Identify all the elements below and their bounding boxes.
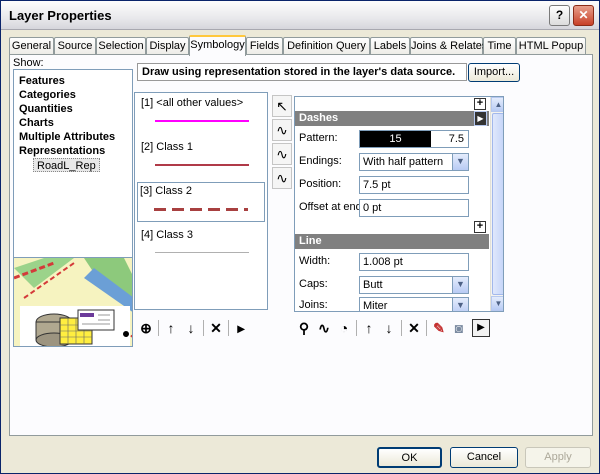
move-up-icon[interactable]: ↑: [359, 318, 379, 338]
tab-selection[interactable]: Selection: [96, 37, 146, 55]
class-label: [2] Class 1: [141, 141, 193, 153]
line-effect-icon[interactable]: ∿: [272, 167, 292, 189]
tab-labels[interactable]: Labels: [370, 37, 410, 55]
scroll-up-icon[interactable]: ▲: [491, 97, 503, 112]
chevron-down-icon: ▼: [452, 277, 468, 293]
class-label: [3] Class 2: [140, 185, 192, 197]
line-effect-icon[interactable]: ∿: [272, 143, 292, 165]
line-section-header: Line: [295, 234, 489, 249]
add-fill-icon[interactable]: ◔: [334, 318, 354, 338]
layer-properties-dialog: Layer Properties ? ✕ General Source Sele…: [0, 0, 600, 474]
line-swatch: [155, 120, 249, 122]
import-button[interactable]: Import...: [468, 63, 520, 82]
caps-value: Butt: [363, 279, 383, 291]
remove-effect-icon[interactable]: ✕: [404, 318, 424, 338]
description-text: Draw using representation stored in the …: [137, 63, 467, 81]
tab-time[interactable]: Time: [483, 37, 516, 55]
class-list-toolbar: ⊕ ↑ ↓ ✕ ▸: [136, 318, 251, 338]
tab-source[interactable]: Source: [54, 37, 96, 55]
line-effect-icon[interactable]: ∿: [272, 119, 292, 141]
add-effect-icon[interactable]: ⚲: [294, 318, 314, 338]
pattern-dash-value: 15: [360, 131, 431, 147]
caps-select[interactable]: Butt ▼: [359, 276, 469, 294]
line-swatch: [155, 252, 249, 253]
class-label: [4] Class 3: [141, 229, 193, 241]
dashed-line-swatch: [154, 208, 248, 211]
symbology-panel: Show: Features Categories Quantities Cha…: [9, 54, 593, 436]
properties-scrollbar[interactable]: ▲ ▼: [490, 97, 503, 311]
offset-at-end-label: Offset at end:: [299, 201, 365, 213]
apply-button[interactable]: Apply: [525, 447, 591, 468]
add-property-button[interactable]: +: [474, 98, 486, 110]
tab-html-popup[interactable]: HTML Popup: [516, 37, 586, 55]
tab-strip: General Source Selection Display Symbolo…: [9, 35, 595, 56]
move-down-icon[interactable]: ↓: [181, 318, 201, 338]
symbology-preview-image: [13, 257, 133, 347]
fill-layer-icon[interactable]: ◙: [449, 318, 469, 338]
endings-label: Endings:: [299, 155, 342, 167]
move-down-icon[interactable]: ↓: [379, 318, 399, 338]
remove-class-icon[interactable]: ✕: [206, 318, 226, 338]
effect-list-toolbar: ⚲ ∿ ◔ ↑ ↓ ✕ ✎ ◙ ▶: [294, 318, 490, 338]
window-title: Layer Properties: [9, 8, 112, 23]
pattern-label: Pattern:: [299, 132, 338, 144]
show-item-roadl-rep[interactable]: RoadL_Rep: [33, 158, 100, 172]
representation-class-list: [1] <all other values> [2] Class 1 [3] C…: [134, 92, 268, 310]
tab-fields[interactable]: Fields: [246, 37, 283, 55]
class-label: [1] <all other values>: [141, 97, 244, 109]
joins-select[interactable]: Miter ▼: [359, 297, 469, 312]
position-label: Position:: [299, 178, 342, 190]
cancel-button[interactable]: Cancel: [450, 447, 518, 468]
close-button[interactable]: ✕: [573, 5, 594, 26]
show-item-quantities[interactable]: Quantities: [19, 102, 132, 116]
show-item-representations[interactable]: Representations: [19, 144, 132, 158]
tab-joins-relates[interactable]: Joins & Relates: [410, 37, 487, 55]
chevron-down-icon: ▼: [452, 298, 468, 311]
list-item-all-other-values[interactable]: [1] <all other values>: [139, 95, 263, 135]
tab-definition-query[interactable]: Definition Query: [283, 37, 370, 55]
show-item-categories[interactable]: Categories: [19, 88, 132, 102]
joins-value: Miter: [363, 300, 388, 312]
line-swatch: [155, 164, 249, 166]
caps-label: Caps:: [299, 278, 328, 290]
pattern-editor[interactable]: 15 7.5: [359, 130, 469, 148]
move-up-icon[interactable]: ↑: [161, 318, 181, 338]
list-item-class-1[interactable]: [2] Class 1: [139, 139, 263, 179]
add-marker-icon[interactable]: ∿: [314, 318, 334, 338]
show-item-charts[interactable]: Charts: [19, 116, 132, 130]
show-item-features[interactable]: Features: [19, 74, 132, 88]
offset-at-end-field[interactable]: 0 pt: [359, 199, 469, 217]
pointer-icon[interactable]: ↖: [272, 95, 292, 117]
width-label: Width:: [299, 255, 331, 267]
add-property-button[interactable]: +: [474, 221, 486, 233]
list-item-class-3[interactable]: [4] Class 3: [139, 227, 263, 267]
pattern-gap-value: 7.5: [431, 131, 468, 147]
tab-general[interactable]: General: [9, 37, 54, 55]
more-options-icon[interactable]: ▸: [231, 318, 251, 338]
tab-symbology[interactable]: Symbology: [189, 35, 246, 56]
endings-value: With half pattern: [363, 156, 444, 168]
ok-button[interactable]: OK: [377, 447, 442, 468]
title-bar: Layer Properties ? ✕: [1, 1, 599, 30]
play-icon[interactable]: ▶: [472, 319, 490, 337]
stroke-brush-icon[interactable]: ✎: [429, 318, 449, 338]
properties-grid: + Dashes ▶ Pattern: 15 7.5 Endings: With…: [294, 96, 504, 312]
section-arrow-icon[interactable]: ▶: [474, 111, 487, 126]
position-field[interactable]: 7.5 pt: [359, 176, 469, 194]
joins-label: Joins:: [299, 299, 328, 311]
scroll-thumb[interactable]: [492, 113, 503, 295]
add-class-icon[interactable]: ⊕: [136, 318, 156, 338]
width-field[interactable]: 1.008 pt: [359, 253, 469, 271]
scroll-down-icon[interactable]: ▼: [491, 296, 503, 311]
endings-select[interactable]: With half pattern ▼: [359, 153, 469, 171]
tab-display[interactable]: Display: [146, 37, 189, 55]
help-button[interactable]: ?: [549, 5, 570, 26]
show-label: Show:: [13, 57, 44, 69]
chevron-down-icon: ▼: [452, 154, 468, 170]
show-item-multiple-attributes[interactable]: Multiple Attributes: [19, 130, 132, 144]
list-item-class-2[interactable]: [3] Class 2: [137, 182, 265, 222]
dashes-section-header: Dashes: [295, 111, 489, 126]
effect-toolbar: ↖ ∿ ∿ ∿: [272, 95, 294, 191]
